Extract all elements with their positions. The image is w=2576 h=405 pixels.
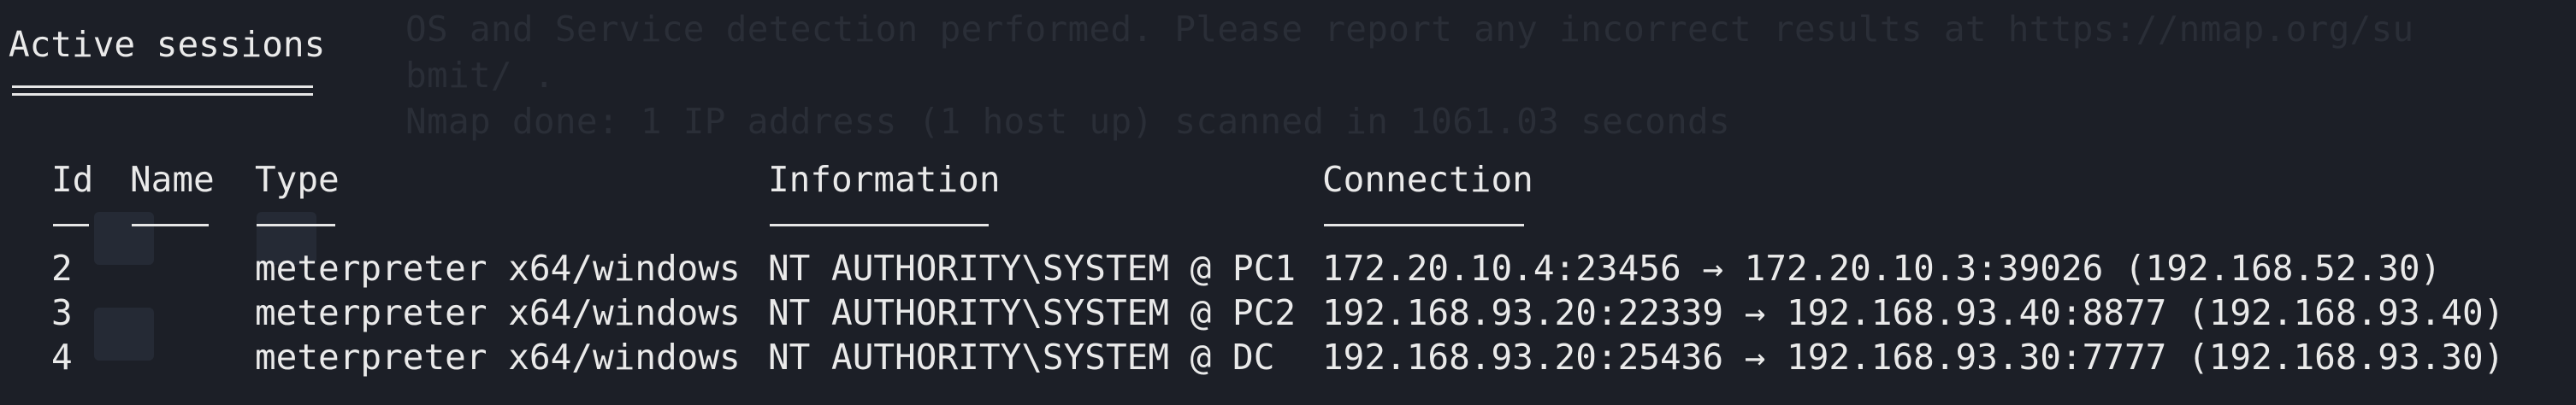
session-id: 3 (51, 292, 73, 333)
session-connection: 172.20.10.4:23456 → 172.20.10.3:39026 (1… (1322, 248, 2442, 289)
session-type: meterpreter x64/windows (255, 292, 741, 333)
background-output-line: bmit/ . (405, 55, 555, 96)
session-information: NT AUTHORITY\SYSTEM @ DC (768, 337, 1275, 378)
background-output-line: Nmap done: 1 IP address (1 host up) scan… (405, 101, 1731, 142)
session-information: NT AUTHORITY\SYSTEM @ PC1 (768, 248, 1297, 289)
session-id: 2 (51, 248, 73, 289)
background-output-line: OS and Service detection performed. Plea… (405, 9, 2414, 50)
column-header-type: Type (255, 159, 340, 200)
column-underline-id (53, 224, 89, 226)
column-header-name: Name (130, 159, 215, 200)
page-title: Active sessions (9, 24, 326, 65)
column-header-connection: Connection (1322, 159, 1533, 200)
session-connection: 192.168.93.20:25436 → 192.168.93.30:7777… (1322, 337, 2505, 378)
column-header-id: Id (51, 159, 94, 200)
desktop-icon (94, 308, 154, 361)
column-underline-information (770, 224, 989, 226)
column-underline-connection (1324, 224, 1524, 226)
column-header-information: Information (768, 159, 1001, 200)
terminal-window[interactable]: OS and Service detection performed. Plea… (0, 0, 2576, 405)
column-underline-type (257, 224, 335, 226)
session-type: meterpreter x64/windows (255, 248, 741, 289)
desktop-icon (94, 212, 154, 265)
session-type: meterpreter x64/windows (255, 337, 741, 378)
session-connection: 192.168.93.20:22339 → 192.168.93.40:8877… (1322, 292, 2505, 333)
session-information: NT AUTHORITY\SYSTEM @ PC2 (768, 292, 1297, 333)
title-underline (12, 85, 313, 96)
session-id: 4 (51, 337, 73, 378)
column-underline-name (132, 224, 209, 226)
